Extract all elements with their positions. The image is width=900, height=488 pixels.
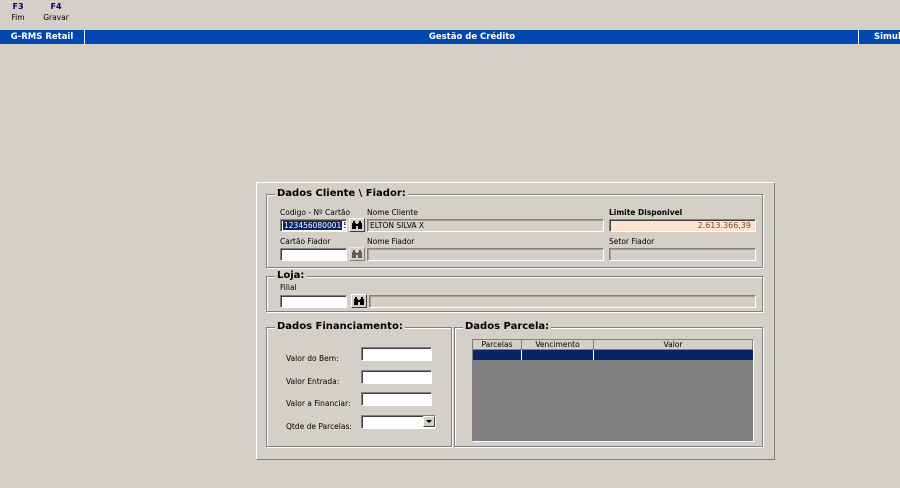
col-valor-header[interactable]: Valor [594,340,753,350]
parcela-group: Dados Parcela: Parcelas Vencimento Valor [454,321,763,447]
setor-fiador-label: Setor Fiador [609,237,655,246]
f4-key-label: F4 [50,2,62,11]
filial-field[interactable] [280,295,347,308]
title-bar: G-RMS Retail Gestão de Crédito Simul [0,30,900,44]
chevron-down-icon[interactable] [423,416,435,427]
nome-cliente-label: Nome Cliente [367,208,418,217]
cliente-fiador-legend: Dados Cliente \ Fiador: [275,188,408,200]
limite-disponivel-field: 2.613.366,39 [609,219,756,232]
valor-financiar-field[interactable] [361,392,432,406]
codigo-cartao-field[interactable]: 1234560800015 [280,219,347,232]
grid-selected-row[interactable] [473,350,753,360]
valor-bem-field[interactable] [361,347,432,361]
setor-fiador-field [609,248,756,261]
credit-form-panel: Dados Cliente \ Fiador: Codigo - Nº Cart… [256,182,775,460]
valor-entrada-field[interactable] [361,370,432,384]
function-key-bar: F3 Fim F4 Gravar [0,0,900,28]
valor-bem-label: Valor do Bem: [286,354,339,363]
codigo-cartao-selected-text: 123456080001 [283,221,343,230]
f3-action-label: Fim [11,13,25,22]
col-vencimento-header[interactable]: Vencimento [522,340,594,350]
loja-group: Loja: Filial [266,270,763,312]
qtde-parcelas-select[interactable] [361,415,436,429]
parcelas-grid[interactable]: Parcelas Vencimento Valor [472,339,754,442]
grid-header: Parcelas Vencimento Valor [473,340,753,350]
financiamento-group: Dados Financiamento: Valor do Bem: Valor… [266,321,452,447]
parcela-legend: Dados Parcela: [463,321,552,333]
valor-financiar-label: Valor a Financiar: [286,399,351,408]
valor-entrada-label: Valor Entrada: [286,377,340,386]
cliente-fiador-group: Dados Cliente \ Fiador: Codigo - Nº Cart… [266,188,763,268]
nome-fiador-field [367,248,604,261]
row-cell-valor [594,350,753,360]
title-right-tab[interactable]: Simul [858,30,900,44]
cartao-fiador-label: Cartão Fiador [280,237,331,246]
financiamento-legend: Dados Financiamento: [275,321,405,333]
f4-action-label: Gravar [43,13,69,22]
search-fiador-binoculars-icon[interactable] [349,247,365,261]
app-name: G-RMS Retail [0,30,85,44]
filial-description-field [369,295,756,308]
f3-fim-button[interactable]: F3 Fim [0,2,36,23]
f3-key-label: F3 [12,2,24,11]
cartao-fiador-field[interactable] [280,248,347,261]
col-parcelas-header[interactable]: Parcelas [473,340,522,350]
row-cell-vencimento [522,350,594,360]
nome-cliente-field: ELTON SILVA X [367,219,604,232]
window-title: Gestão de Crédito [428,32,516,42]
filial-label: Filial [280,283,297,292]
limite-label: Limite Disponivel [609,208,683,217]
loja-legend: Loja: [275,270,307,282]
f4-gravar-button[interactable]: F4 Gravar [38,2,74,23]
qtde-parcelas-label: Qtde de Parcelas: [286,422,352,431]
search-cliente-binoculars-icon[interactable] [349,218,365,232]
row-cell-parcelas [473,350,522,360]
codigo-label: Codigo - Nº Cartão [280,208,351,217]
nome-fiador-label: Nome Fiador [367,237,415,246]
search-filial-binoculars-icon[interactable] [351,294,367,308]
codigo-cartao-tail: 5 [342,221,346,230]
